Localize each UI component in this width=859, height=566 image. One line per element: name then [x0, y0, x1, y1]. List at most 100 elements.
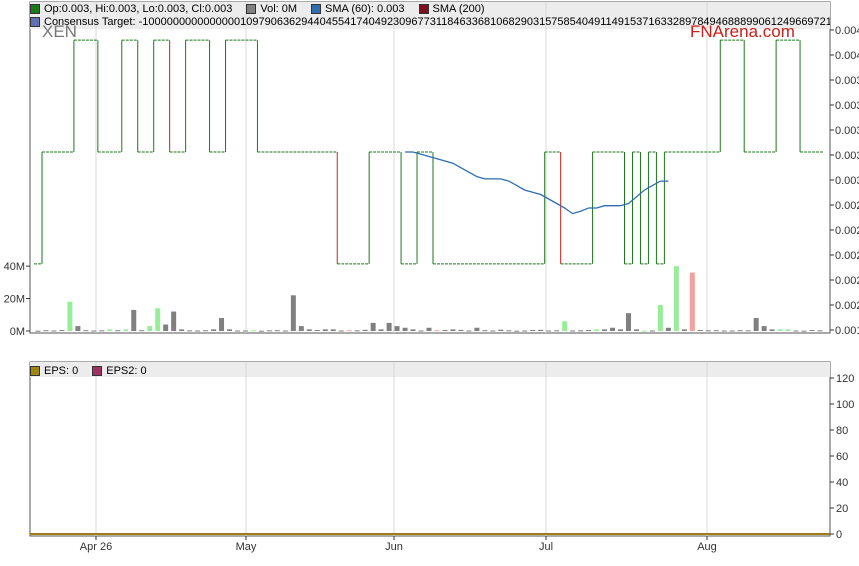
y-tick-label: 0.003	[835, 125, 859, 137]
y-tick-label: 0.003	[835, 150, 859, 162]
volume-bar	[171, 311, 177, 331]
volume-bar	[242, 330, 248, 332]
volume-bar	[426, 327, 432, 331]
volume-bar	[67, 301, 73, 331]
volume-bar	[298, 326, 304, 331]
volume-bar	[562, 321, 568, 331]
volume-bar	[219, 318, 225, 331]
eps2-swatch-icon	[92, 366, 103, 376]
volume-bar	[338, 330, 344, 332]
volume-bar	[570, 330, 576, 332]
volume-bar	[250, 330, 256, 332]
legend-volume-text: Vol: 0M	[260, 3, 298, 15]
legend-eps2: EPS2: 0	[92, 365, 147, 377]
volume-bar	[131, 309, 137, 331]
volume-bar	[530, 330, 536, 332]
volume-y-tick-label: 40M	[4, 261, 25, 273]
ticker-label: XEN	[42, 22, 77, 41]
eps-swatch-icon	[30, 366, 40, 376]
legend-sma200-text: SMA (200)	[432, 3, 485, 15]
x-tick-label: May	[236, 541, 257, 553]
volume-bar	[187, 330, 193, 332]
volume-bar	[274, 330, 280, 332]
price-swatch-icon	[30, 4, 40, 14]
volume-bar	[163, 324, 169, 331]
volume-bar	[649, 330, 655, 332]
legend-price: Op:0.003, Hi:0.003, Lo:0.003, Cl:0.003	[30, 3, 232, 15]
volume-bar	[578, 330, 584, 332]
volume-bar	[761, 326, 767, 331]
volume-bar	[554, 330, 560, 332]
eps-y-tick-label: 60	[836, 451, 848, 463]
volume-bar	[147, 326, 153, 331]
y-tick-label: 0.001	[835, 325, 859, 337]
volume-bar	[625, 313, 631, 331]
price-panel	[29, 1, 831, 334]
volume-bar	[769, 329, 775, 331]
volume-bar	[474, 327, 480, 331]
volume-bar	[466, 330, 472, 332]
volume-bar	[514, 330, 520, 332]
volume-bar	[258, 330, 264, 332]
y-tick-label: 0.002	[835, 300, 859, 312]
volume-bar	[777, 329, 783, 331]
volume-bar	[203, 330, 209, 332]
volume-swatch-icon	[246, 4, 257, 14]
x-tick-label: Jul	[539, 541, 553, 553]
volume-bar	[801, 330, 807, 332]
volume-y-tick-label: 20M	[4, 294, 25, 306]
volume-bar	[705, 330, 711, 332]
chart-frame: Apr 26 May Jun Jul Aug 0.001 0.002 0.002 0.002 0.…	[0, 0, 859, 566]
eps-y-tick-label: 120	[836, 373, 854, 385]
volume-bar	[506, 330, 512, 332]
volume-bar	[290, 295, 296, 331]
volume-bar	[115, 330, 121, 332]
volume-bar	[91, 330, 97, 332]
volume-bar	[362, 329, 368, 331]
volume-bar	[266, 330, 272, 332]
legend-eps2-text: EPS2: 0	[106, 365, 147, 377]
legend-sma60-text: SMA (60): 0.003	[325, 3, 405, 15]
price-legend: Op:0.003, Hi:0.003, Lo:0.003, Cl:0.003 V…	[30, 3, 830, 15]
volume-bar	[657, 305, 663, 331]
y-tick-label: 0.004	[835, 25, 859, 37]
volume-bar	[817, 330, 823, 332]
volume-bar	[522, 330, 528, 332]
volume-bar	[314, 330, 320, 332]
sma60-swatch-icon	[311, 4, 322, 14]
volume-bar	[211, 329, 217, 331]
volume-bar	[610, 327, 616, 331]
volume-bar	[785, 329, 791, 331]
volume-bar	[378, 329, 384, 331]
volume-bar	[330, 329, 336, 331]
consensus-swatch-icon	[30, 17, 40, 27]
eps-y-tick-label: 40	[836, 477, 848, 489]
y-tick-label: 0.002	[835, 275, 859, 287]
y-tick-label: 0.002	[835, 250, 859, 262]
volume-bar	[745, 330, 751, 332]
volume-bar	[434, 330, 440, 332]
volume-bar	[43, 330, 49, 332]
volume-bar	[538, 329, 544, 331]
volume-bar	[602, 329, 608, 331]
legend-sma60: SMA (60): 0.003	[311, 3, 405, 15]
volume-bar	[689, 272, 695, 331]
volume-bar	[155, 308, 161, 331]
legend-volume: Vol: 0M	[246, 3, 297, 15]
x-tick-label: Aug	[697, 541, 717, 553]
volume-bar	[618, 329, 624, 331]
volume-bar	[793, 330, 799, 332]
volume-bar	[195, 330, 201, 332]
volume-bar	[737, 330, 743, 332]
volume-bar	[386, 322, 392, 331]
volume-bar	[306, 329, 312, 331]
volume-bar	[179, 329, 185, 331]
volume-bar	[633, 329, 639, 331]
volume-bar	[713, 330, 719, 332]
legend-eps-text: EPS: 0	[44, 365, 79, 377]
volume-bar	[227, 329, 233, 331]
eps-legend: EPS: 0 EPS2: 0	[30, 365, 830, 377]
sma200-swatch-icon	[418, 4, 429, 14]
y-tick-label: 0.003	[835, 175, 859, 187]
x-tick-label: Jun	[385, 541, 403, 553]
